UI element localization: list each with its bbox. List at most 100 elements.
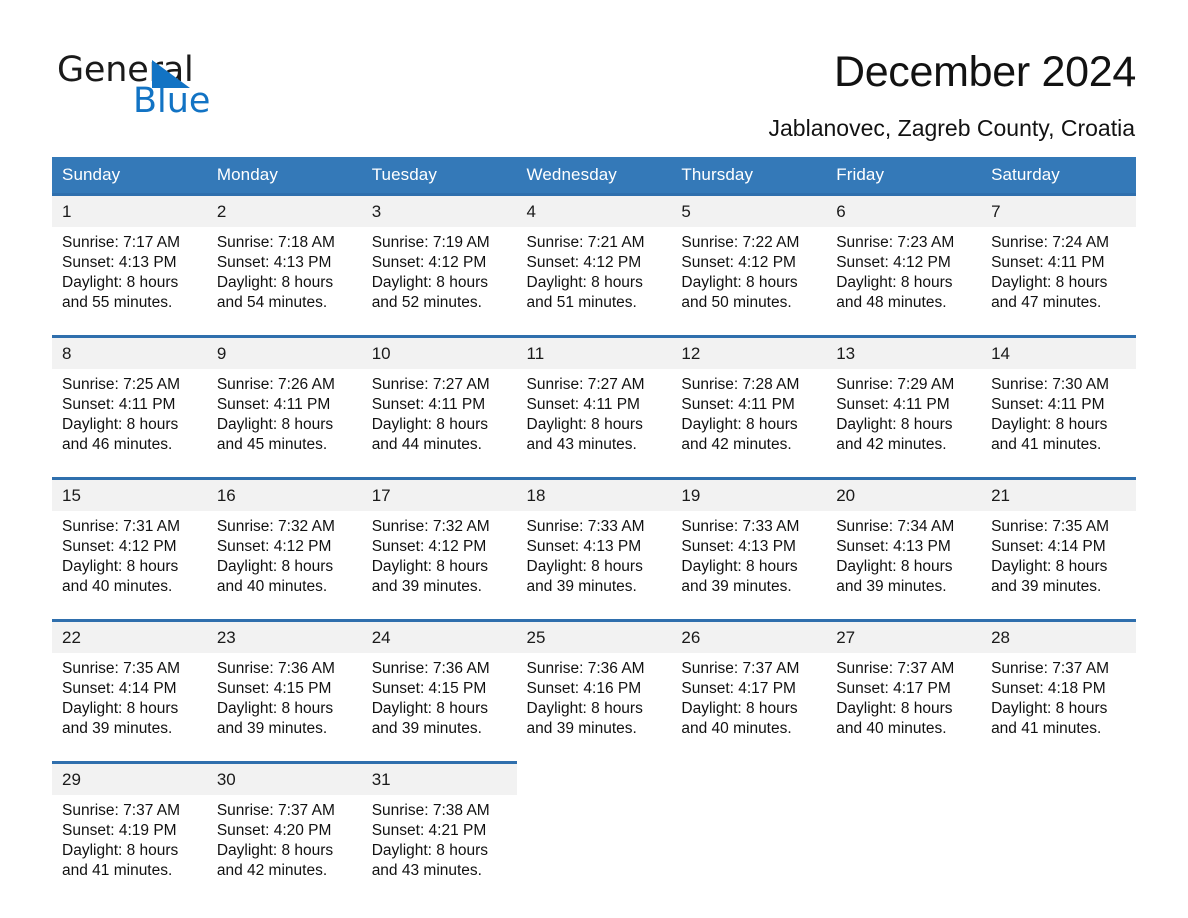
sunrise-time: Sunrise: 7:28 AM	[681, 376, 800, 393]
calendar-day-cell[interactable]: 20 Sunrise: 7:34 AM Sunset: 4:13 PM Dayligh…	[826, 477, 982, 607]
day-number: 15	[52, 480, 207, 511]
daylight-duration-line2: and 40 minutes.	[62, 578, 173, 595]
sunrise-time: Sunrise: 7:37 AM	[991, 660, 1110, 677]
sunset-time: Sunset: 4:15 PM	[216, 680, 332, 697]
sunrise-time: Sunrise: 7:26 AM	[216, 376, 335, 393]
day-number: 26	[671, 622, 827, 653]
calendar-day-cell[interactable]: 30 Sunrise: 7:37 AM Sunset: 4:20 PM Dayligh…	[206, 761, 362, 891]
day-number: 30	[206, 764, 362, 795]
daylight-duration-line1: Daylight: 8 hours	[526, 558, 643, 575]
calendar-day-cell[interactable]: 2 Sunrise: 7:18 AM Sunset: 4:13 PM Daylight…	[206, 193, 362, 323]
day-number: 6	[826, 196, 982, 227]
daylight-duration-line1: Daylight: 8 hours	[62, 558, 179, 575]
calendar-day-cell[interactable]: 31 Sunrise: 7:38 AM Sunset: 4:21 PM Dayligh…	[361, 761, 517, 891]
day-number: 19	[671, 480, 827, 511]
calendar-day-cell[interactable]: 14 Sunrise: 7:30 AM Sunset: 4:11 PM Dayligh…	[981, 335, 1136, 465]
calendar-day-cell[interactable]: 21 Sunrise: 7:35 AM Sunset: 4:14 PM Dayligh…	[981, 477, 1136, 607]
calendar-day-cell-empty	[981, 761, 1136, 891]
daylight-duration-line2: and 54 minutes.	[216, 294, 328, 311]
calendar-day-cell[interactable]: 29 Sunrise: 7:37 AM Sunset: 4:19 PM Dayligh…	[52, 761, 207, 891]
daylight-duration-line2: and 39 minutes.	[371, 578, 482, 595]
daylight-duration-line2: and 40 minutes.	[836, 720, 947, 737]
week-spacer	[52, 323, 1136, 337]
sunset-time: Sunset: 4:14 PM	[991, 538, 1106, 555]
calendar-day-cell[interactable]: 3 Sunrise: 7:19 AM Sunset: 4:12 PM Daylight…	[361, 193, 517, 323]
day-number: 13	[826, 338, 982, 369]
daylight-duration-line2: and 42 minutes.	[836, 436, 947, 453]
calendar-day-cell[interactable]: 16 Sunrise: 7:32 AM Sunset: 4:12 PM Dayligh…	[206, 477, 362, 607]
calendar-day-cell[interactable]: 5 Sunrise: 7:22 AM Sunset: 4:12 PM Daylight…	[671, 193, 827, 323]
sunrise-time: Sunrise: 7:18 AM	[216, 234, 335, 251]
daylight-duration-line1: Daylight: 8 hours	[681, 274, 798, 291]
day-sun-info: Sunrise: 7:33 AM Sunset: 4:13 PM Daylight:…	[517, 511, 672, 607]
calendar-day-cell[interactable]: 24 Sunrise: 7:36 AM Sunset: 4:15 PM Dayligh…	[361, 619, 517, 749]
daylight-duration-line1: Daylight: 8 hours	[62, 274, 179, 291]
general-blue-logo[interactable]: General Blue	[57, 50, 317, 121]
sunset-time: Sunset: 4:21 PM	[371, 822, 487, 839]
day-sun-info: Sunrise: 7:30 AM Sunset: 4:11 PM Daylight:…	[981, 369, 1136, 465]
calendar-day-cell[interactable]: 18 Sunrise: 7:33 AM Sunset: 4:13 PM Dayligh…	[516, 477, 672, 607]
calendar-day-cell[interactable]: 8 Sunrise: 7:25 AM Sunset: 4:11 PM Daylight…	[52, 335, 207, 465]
calendar-day-cell-empty	[826, 761, 982, 891]
calendar-day-cell[interactable]: 4 Sunrise: 7:21 AM Sunset: 4:12 PM Daylight…	[516, 193, 672, 323]
sunrise-time: Sunrise: 7:24 AM	[991, 234, 1110, 251]
daylight-duration-line2: and 55 minutes.	[62, 294, 173, 311]
sunset-time: Sunset: 4:14 PM	[62, 680, 177, 697]
calendar-day-cell[interactable]: 17 Sunrise: 7:32 AM Sunset: 4:12 PM Dayligh…	[361, 477, 517, 607]
calendar-day-cell[interactable]: 22 Sunrise: 7:35 AM Sunset: 4:14 PM Dayligh…	[52, 619, 207, 749]
calendar-week-row: 8 Sunrise: 7:25 AM Sunset: 4:11 PM Daylight…	[52, 335, 1136, 465]
sunset-time: Sunset: 4:12 PM	[836, 254, 951, 271]
day-sun-info	[517, 795, 672, 811]
week-spacer-cell	[52, 607, 1136, 621]
day-sun-info: Sunrise: 7:37 AM Sunset: 4:19 PM Daylight:…	[52, 795, 207, 891]
week-spacer-cell	[52, 749, 1136, 763]
sunset-time: Sunset: 4:13 PM	[526, 538, 642, 555]
calendar-day-cell[interactable]: 13 Sunrise: 7:29 AM Sunset: 4:11 PM Dayligh…	[826, 335, 982, 465]
calendar-day-cell[interactable]: 19 Sunrise: 7:33 AM Sunset: 4:13 PM Dayligh…	[671, 477, 827, 607]
calendar-body: 1 Sunrise: 7:17 AM Sunset: 4:13 PM Daylight…	[52, 193, 1136, 891]
day-sun-info: Sunrise: 7:36 AM Sunset: 4:16 PM Daylight:…	[517, 653, 672, 749]
sunset-time: Sunset: 4:13 PM	[681, 538, 796, 555]
sunset-time: Sunset: 4:13 PM	[836, 538, 951, 555]
calendar-day-cell[interactable]: 12 Sunrise: 7:28 AM Sunset: 4:11 PM Dayligh…	[671, 335, 827, 465]
daylight-duration-line2: and 48 minutes.	[836, 294, 947, 311]
sunrise-time: Sunrise: 7:32 AM	[371, 518, 490, 535]
weekday-header-monday: Monday	[206, 157, 362, 195]
calendar-day-cell[interactable]: 11 Sunrise: 7:27 AM Sunset: 4:11 PM Dayligh…	[516, 335, 672, 465]
day-sun-info: Sunrise: 7:22 AM Sunset: 4:12 PM Daylight:…	[671, 227, 826, 323]
sunrise-time: Sunrise: 7:30 AM	[991, 376, 1110, 393]
calendar-day-cell[interactable]: 10 Sunrise: 7:27 AM Sunset: 4:11 PM Dayligh…	[361, 335, 517, 465]
daylight-duration-line1: Daylight: 8 hours	[371, 274, 488, 291]
calendar-week-row: 15 Sunrise: 7:31 AM Sunset: 4:12 PM Dayligh…	[52, 477, 1136, 607]
calendar-day-cell[interactable]: 23 Sunrise: 7:36 AM Sunset: 4:15 PM Dayligh…	[206, 619, 362, 749]
sunrise-time: Sunrise: 7:34 AM	[836, 518, 955, 535]
day-number	[516, 764, 672, 795]
weekday-header-tuesday: Tuesday	[361, 157, 517, 195]
calendar-day-cell[interactable]: 1 Sunrise: 7:17 AM Sunset: 4:13 PM Daylight…	[52, 193, 207, 323]
daylight-duration-line1: Daylight: 8 hours	[526, 700, 643, 717]
sunset-time: Sunset: 4:12 PM	[371, 254, 487, 271]
calendar-day-cell[interactable]: 26 Sunrise: 7:37 AM Sunset: 4:17 PM Dayligh…	[671, 619, 827, 749]
sunrise-time: Sunrise: 7:36 AM	[371, 660, 490, 677]
sunrise-time: Sunrise: 7:19 AM	[371, 234, 490, 251]
calendar-day-cell[interactable]: 7 Sunrise: 7:24 AM Sunset: 4:11 PM Daylight…	[981, 193, 1136, 323]
calendar-day-cell[interactable]: 9 Sunrise: 7:26 AM Sunset: 4:11 PM Daylight…	[206, 335, 362, 465]
sunrise-time: Sunrise: 7:32 AM	[216, 518, 335, 535]
daylight-duration-line1: Daylight: 8 hours	[216, 842, 334, 859]
calendar-day-cell[interactable]: 28 Sunrise: 7:37 AM Sunset: 4:18 PM Dayligh…	[981, 619, 1136, 749]
calendar-day-cell[interactable]: 27 Sunrise: 7:37 AM Sunset: 4:17 PM Dayligh…	[826, 619, 982, 749]
day-sun-info: Sunrise: 7:35 AM Sunset: 4:14 PM Daylight:…	[52, 653, 207, 749]
calendar-header-row: Sunday Monday Tuesday Wednesday Thursday Frid…	[52, 157, 1136, 195]
day-number: 27	[826, 622, 982, 653]
sunset-time: Sunset: 4:13 PM	[62, 254, 177, 271]
day-number: 29	[52, 764, 207, 795]
daylight-duration-line2: and 40 minutes.	[216, 578, 328, 595]
calendar-day-cell[interactable]: 25 Sunrise: 7:36 AM Sunset: 4:16 PM Dayligh…	[516, 619, 672, 749]
sunrise-time: Sunrise: 7:36 AM	[526, 660, 645, 677]
daylight-duration-line2: and 39 minutes.	[526, 578, 637, 595]
day-sun-info: Sunrise: 7:37 AM Sunset: 4:18 PM Daylight:…	[981, 653, 1136, 749]
daylight-duration-line1: Daylight: 8 hours	[371, 558, 488, 575]
daylight-duration-line1: Daylight: 8 hours	[371, 700, 488, 717]
calendar-day-cell[interactable]: 6 Sunrise: 7:23 AM Sunset: 4:12 PM Daylight…	[826, 193, 982, 323]
calendar-day-cell[interactable]: 15 Sunrise: 7:31 AM Sunset: 4:12 PM Dayligh…	[52, 477, 207, 607]
